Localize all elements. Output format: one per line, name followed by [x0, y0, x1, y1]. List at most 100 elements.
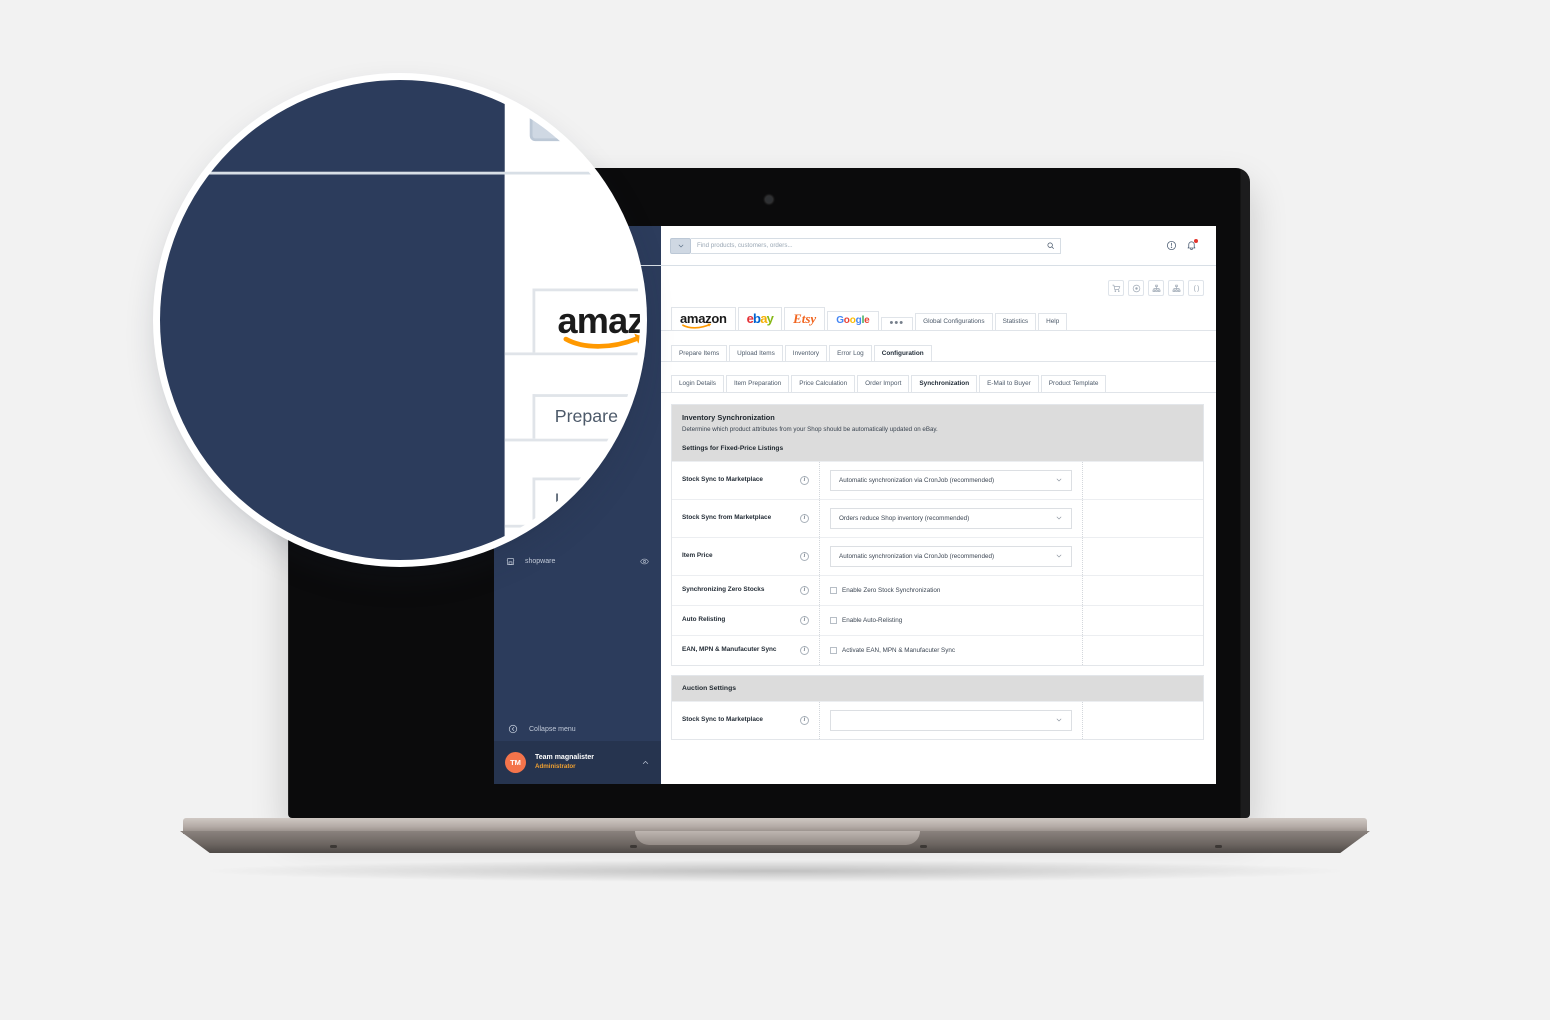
checkbox-ean-mpn-manufacturer-sync[interactable]: Activate EAN, MPN & Manufacuter Sync	[830, 646, 955, 654]
section-tabs: Prepare ItemsUpload ItemsInventoryError …	[661, 344, 1216, 363]
marketplace-tab-more[interactable]: •••	[880, 317, 914, 330]
marketplace-tabs: amazonebayEtsyGoogle•••Global Configurat…	[504, 288, 640, 355]
checkbox-label: Enable Zero Stock Synchronization	[842, 586, 941, 594]
webcam-icon	[765, 196, 773, 203]
code-icon[interactable]	[1188, 280, 1204, 296]
chevron-down-icon	[1055, 716, 1063, 724]
magnified-app-view: Find products, customers, orders... shop…	[160, 80, 640, 560]
chevron-down-icon	[1055, 476, 1063, 484]
field-control: Activate EAN, MPN & Manufacuter Sync	[820, 635, 1083, 665]
inventory-synchronization-panel: Inventory Synchronization Determine whic…	[671, 403, 1204, 666]
select-stock-sync-from-marketplace[interactable]: Orders reduce Shop inventory (recommende…	[830, 507, 1072, 529]
config-tab-price-calculation[interactable]: Price Calculation	[791, 375, 856, 392]
compass-icon[interactable]	[1128, 280, 1144, 296]
section-tab-prepare-items[interactable]: Prepare Items	[671, 344, 728, 362]
row-end-cell	[1083, 606, 1203, 635]
help-circle-icon[interactable]	[1166, 240, 1177, 251]
form-row-ean-mpn-manufacturer-sync: EAN, MPN & Manufacuter Sync i Activate E…	[672, 634, 1203, 665]
cart-icon[interactable]	[1108, 280, 1124, 296]
field-control: Orders reduce Shop inventory (recommende…	[820, 499, 1083, 537]
marketplace-tab-ebay[interactable]: ebay	[737, 307, 783, 330]
info-icon[interactable]: i	[800, 585, 809, 595]
collapse-menu-button[interactable]: Collapse menu	[494, 717, 661, 741]
base-foot	[920, 845, 927, 848]
config-tab-login-details[interactable]: Login Details	[671, 375, 724, 392]
config-tab-item-preparation[interactable]: Item Preparation	[725, 375, 790, 392]
checkbox-box[interactable]	[830, 616, 837, 624]
field-control	[820, 701, 1083, 739]
base-foot	[1215, 845, 1222, 848]
search-input[interactable]: Find products, customers, orders...	[588, 95, 640, 140]
inventory-synchronization-panel: Inventory Synchronization Determine whic…	[532, 558, 640, 560]
checkbox-synchronizing-zero-stocks[interactable]: Enable Zero Stock Synchronization	[830, 586, 941, 594]
user-role: Administrator	[535, 763, 576, 770]
config-tab-synchronization[interactable]: Synchronization	[911, 375, 978, 392]
select-item-price[interactable]: Automatic synchronization via CronJob (r…	[830, 545, 1072, 567]
sidebar-top-spacer	[160, 80, 505, 172]
field-label: Stock Sync to Marketplace i	[672, 701, 820, 739]
chevron-down-icon	[1055, 514, 1063, 522]
info-icon[interactable]: i	[800, 715, 809, 725]
global-search: Find products, customers, orders...	[661, 237, 1216, 254]
section-tab-configuration[interactable]: Configuration	[873, 344, 932, 362]
field-label: Auto Relisting i	[672, 605, 820, 635]
row-end-cell	[1083, 702, 1203, 739]
config-tab-login-details[interactable]: Login Details	[532, 478, 640, 525]
config-tab-order-import[interactable]: Order Import	[857, 375, 910, 392]
info-icon[interactable]: i	[800, 551, 809, 561]
checkbox-box[interactable]	[830, 586, 837, 594]
section-tab-inventory[interactable]: Inventory	[784, 344, 828, 362]
user-name: Team magnalister	[535, 754, 595, 762]
user-info: Team magnalister Administrator	[535, 754, 594, 771]
info-icon[interactable]: i	[800, 513, 809, 523]
section-tab-prepare-items[interactable]: Prepare Items	[532, 393, 640, 440]
field-label: Synchronizing Zero Stocks i	[672, 575, 820, 605]
user-menu[interactable]: TM Team magnalister Administrator	[494, 741, 661, 784]
sitemap-alt-icon[interactable]	[1168, 280, 1184, 296]
select-auction-stock-sync-to-marketplace[interactable]	[830, 709, 1072, 731]
marketplace-tab-amazon[interactable]: amazon	[532, 288, 640, 352]
configuration-tabs: Login DetailsItem PreparationPrice Calcu…	[504, 478, 640, 528]
search-input[interactable]: Find products, customers, orders...	[691, 237, 1061, 254]
amazon-logo: amazon	[680, 311, 727, 329]
top-bar-icons	[1166, 239, 1207, 251]
marketplace-tab-etsy[interactable]: Etsy	[784, 307, 826, 330]
section-tab-upload-items[interactable]: Upload Items	[729, 344, 783, 362]
section-tabs: Prepare ItemsUpload ItemsInventoryError …	[504, 393, 640, 443]
form-row-synchronizing-zero-stocks: Synchronizing Zero Stocks i Enable Zero …	[672, 574, 1203, 605]
info-icon[interactable]: i	[800, 475, 809, 485]
notification-badge	[1194, 239, 1198, 243]
row-end-cell	[1083, 538, 1203, 575]
content-area: amazonebayEtsyGoogle•••Global Configurat…	[504, 174, 640, 560]
checkbox-box[interactable]	[830, 646, 837, 654]
laptop-shadow	[210, 860, 1340, 882]
section-tab-error-log[interactable]: Error Log	[829, 344, 872, 362]
marketplace-tab-statistics[interactable]: Statistics	[994, 312, 1037, 330]
info-icon[interactable]: i	[800, 615, 809, 625]
form-row-stock-sync-to-marketplace: Stock Sync to Marketplace i Automatic sy…	[672, 460, 1203, 499]
search-scope-button[interactable]	[529, 95, 589, 140]
marketplace-tab-help[interactable]: Help	[1038, 312, 1068, 330]
checkbox-auto-relisting[interactable]: Enable Auto-Relisting	[830, 616, 902, 624]
eye-icon[interactable]	[640, 557, 649, 566]
search-icon[interactable]	[1046, 241, 1055, 250]
quick-action-bar	[505, 175, 640, 258]
chevron-up-icon[interactable]	[641, 758, 650, 767]
base-foot	[330, 845, 337, 848]
base-notch	[635, 831, 920, 845]
select-stock-sync-to-marketplace[interactable]: Automatic synchronization via CronJob (r…	[830, 469, 1072, 491]
bell-icon[interactable]	[1186, 239, 1198, 251]
marketplace-tab-global-configurations[interactable]: Global Configurations	[915, 312, 993, 330]
config-tab-product-template[interactable]: Product Template	[1040, 375, 1107, 392]
config-tab-email-to-buyer[interactable]: E-Mail to Buyer	[979, 375, 1039, 392]
collapse-menu-label: Collapse menu	[529, 725, 576, 733]
avatar: TM	[505, 752, 526, 773]
form-row-item-price: Item Price i Automatic synchronization v…	[672, 536, 1203, 575]
form-row-stock-sync-from-marketplace: Stock Sync from Marketplace i Orders red…	[672, 498, 1203, 537]
marketplace-tab-google[interactable]: Google	[827, 310, 879, 330]
base-foot	[630, 845, 637, 848]
info-icon[interactable]: i	[800, 645, 809, 655]
search-scope-button[interactable]	[670, 237, 691, 254]
marketplace-tab-amazon[interactable]: amazon	[671, 307, 736, 330]
sitemap-icon[interactable]	[1148, 280, 1164, 296]
